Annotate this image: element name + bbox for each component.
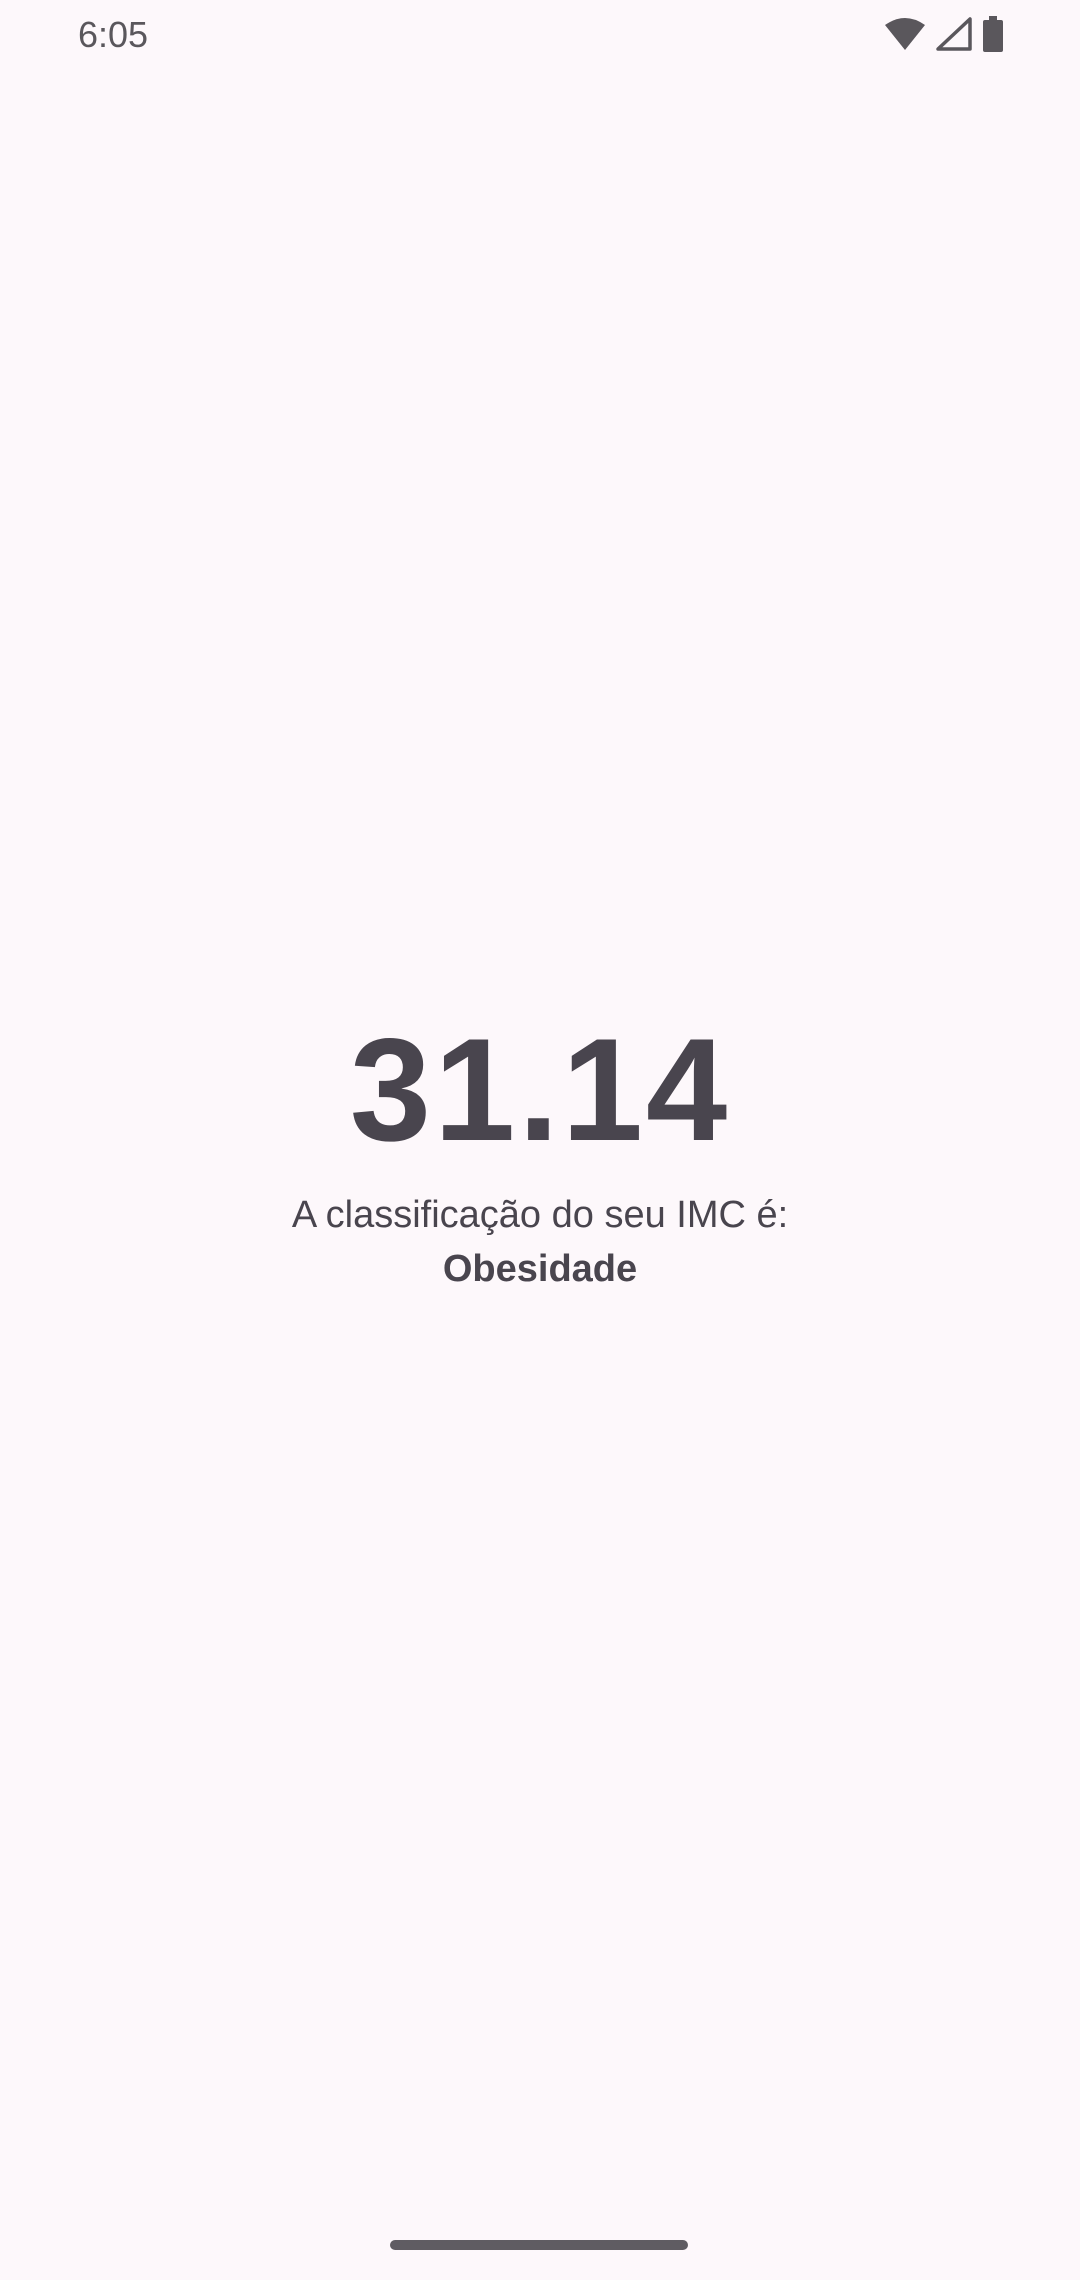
bmi-value: 31.14: [349, 1008, 731, 1171]
classification-value: Obesidade: [442, 1248, 638, 1290]
gesture-nav-handle[interactable]: [390, 2240, 688, 2250]
status-time: 6:05: [78, 14, 149, 55]
status-icons: [884, 15, 1004, 57]
bmi-result: 31.14 A classificação do seu IMC é: Obes…: [0, 1010, 1080, 1294]
status-bar: 6:05: [0, 0, 1080, 72]
classification-label: A classificação do seu IMC é:: [291, 1194, 789, 1236]
wifi-icon: [884, 17, 926, 56]
battery-icon: [982, 15, 1004, 57]
screen: 6:05 31.14 A classificação do seu IMC é:…: [0, 0, 1080, 2280]
cellular-signal-icon: [936, 16, 972, 56]
